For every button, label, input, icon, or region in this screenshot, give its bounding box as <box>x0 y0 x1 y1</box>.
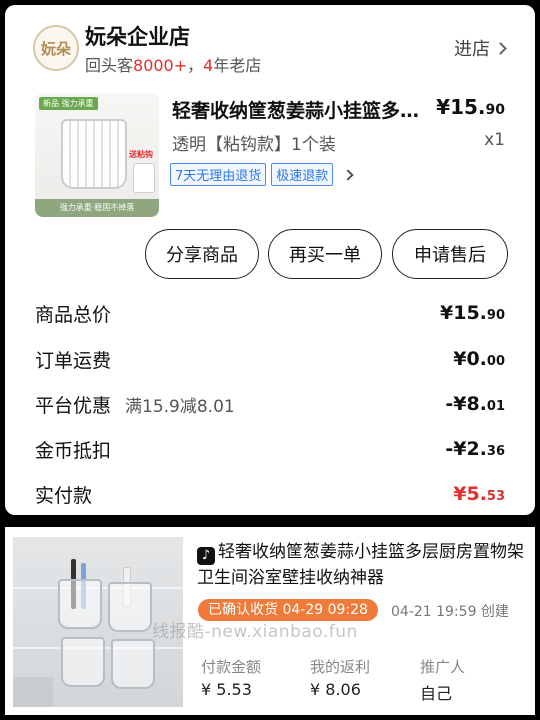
basket-illustration <box>108 582 152 632</box>
actual-paid-value: ¥5.53 <box>453 483 505 505</box>
actual-paid-decimal: 53 <box>486 489 505 504</box>
coin-deduction-main: -¥2. <box>445 438 487 460</box>
my-rebate-label: 我的返利 <box>310 658 371 676</box>
goods-total-row: 商品总价 ¥15.90 <box>35 298 505 328</box>
after-sale-button[interactable]: 申请售后 <box>392 229 508 279</box>
product-image-hook-label: 送粘钩 <box>129 150 153 159</box>
store-logo-text: 妧朵 <box>40 39 71 58</box>
platform-discount-value: -¥8.01 <box>445 393 505 415</box>
basket-illustration <box>61 119 127 189</box>
store-sub-sep: ， <box>187 56 204 75</box>
rebate-product-title-text: 轻奢收纳筐葱姜蒜小挂篮多层厨房置物架卫生间浴室壁挂收纳神器 <box>197 542 524 588</box>
douyin-icon: ♪ <box>197 547 215 565</box>
product-quantity: x1 <box>484 130 505 150</box>
product-title[interactable]: 轻奢收纳筐葱姜蒜小挂篮多层厨房置物架卫生间浴室壁挂收纳神器 <box>172 96 427 123</box>
paid-amount-value: ¥ 5.53 <box>201 680 252 699</box>
enter-store-button[interactable]: 进店 <box>454 35 507 61</box>
order-detail-card: 妧朵 妧朵企业店 回头客8000+，4年老店 进店 新品 强力承重 送粘钩 强力… <box>5 5 535 515</box>
actual-paid-main: ¥5. <box>453 483 487 505</box>
rebate-order-card[interactable]: ♪ 轻奢收纳筐葱姜蒜小挂篮多层厨房置物架卫生间浴室壁挂收纳神器 已确认收货 04-… <box>5 527 535 715</box>
coin-deduction-value: -¥2.36 <box>445 438 505 460</box>
shipping-decimal: 00 <box>486 354 505 369</box>
shipping-value: ¥0.00 <box>453 348 505 370</box>
coin-deduction-decimal: 36 <box>486 444 505 459</box>
watermark: 线报酷-new.xianbao.fun <box>152 622 358 642</box>
actual-paid-label: 实付款 <box>35 484 93 507</box>
basket-illustration <box>61 637 105 687</box>
product-image-footer: 强力承重·稳固不掉落 <box>35 199 159 217</box>
store-logo[interactable]: 妧朵 <box>33 25 79 71</box>
buy-again-button[interactable]: 再买一单 <box>268 229 382 279</box>
product-price-decimal: 90 <box>485 102 505 118</box>
goods-total-label: 商品总价 <box>35 303 112 326</box>
my-rebate-value: ¥ 8.06 <box>310 680 361 699</box>
hook-illustration <box>133 163 155 193</box>
tag-fast-refund: 极速退款 <box>271 163 334 186</box>
goods-total-decimal: 90 <box>486 308 505 323</box>
service-tags[interactable]: 7天无理由退货 极速退款 <box>170 163 354 186</box>
platform-discount-note: 满15.9减8.01 <box>125 396 235 417</box>
platform-discount-label: 平台优惠 <box>35 394 112 417</box>
product-image[interactable]: 新品 强力承重 送粘钩 强力承重·稳固不掉落 <box>35 93 159 217</box>
basket-illustration <box>58 579 102 629</box>
chevron-right-icon <box>342 168 354 181</box>
basket-illustration <box>111 639 155 689</box>
promoter-label: 推广人 <box>420 658 466 676</box>
goods-total-value: ¥15.90 <box>440 302 505 324</box>
order-created-time: 04-21 19:59 创建 <box>391 604 509 620</box>
product-spec: 透明【粘钩款】1个装 <box>172 135 336 155</box>
platform-discount-row: 平台优惠 满15.9减8.01 -¥8.01 <box>35 389 505 419</box>
paid-amount-label: 付款金额 <box>201 658 262 676</box>
platform-discount-main: -¥8. <box>445 393 487 415</box>
rebate-product-title[interactable]: ♪ 轻奢收纳筐葱姜蒜小挂篮多层厨房置物架卫生间浴室壁挂收纳神器 <box>197 539 527 591</box>
store-name[interactable]: 妧朵企业店 <box>85 21 190 51</box>
repeat-customer-count: 8000+ <box>133 56 188 75</box>
store-sub-suffix: 年老店 <box>213 56 262 75</box>
tag-7day-return: 7天无理由退货 <box>170 163 267 186</box>
goods-total-main: ¥15. <box>440 302 487 324</box>
shipping-main: ¥0. <box>453 348 487 370</box>
product-image-badge: 新品 强力承重 <box>39 97 98 110</box>
sink-ledge <box>13 677 53 707</box>
product-price: ¥15.90 <box>436 95 505 119</box>
product-price-main: ¥15. <box>436 95 486 119</box>
store-subtitle: 回头客8000+，4年老店 <box>85 52 261 76</box>
actual-paid-row: 实付款 ¥5.53 <box>35 479 505 509</box>
coin-deduction-row: 金币抵扣 -¥2.36 <box>35 434 505 464</box>
enter-store-label: 进店 <box>454 39 490 60</box>
shipping-label: 订单运费 <box>35 349 112 372</box>
store-years: 4 <box>203 56 214 75</box>
shipping-row: 订单运费 ¥0.00 <box>35 344 505 374</box>
chevron-right-icon <box>494 41 507 55</box>
coin-deduction-label: 金币抵扣 <box>35 439 112 462</box>
promoter-value: 自己 <box>420 684 453 703</box>
store-sub-prefix: 回头客 <box>85 56 134 75</box>
share-product-button[interactable]: 分享商品 <box>145 229 259 279</box>
platform-discount-decimal: 01 <box>486 399 505 414</box>
